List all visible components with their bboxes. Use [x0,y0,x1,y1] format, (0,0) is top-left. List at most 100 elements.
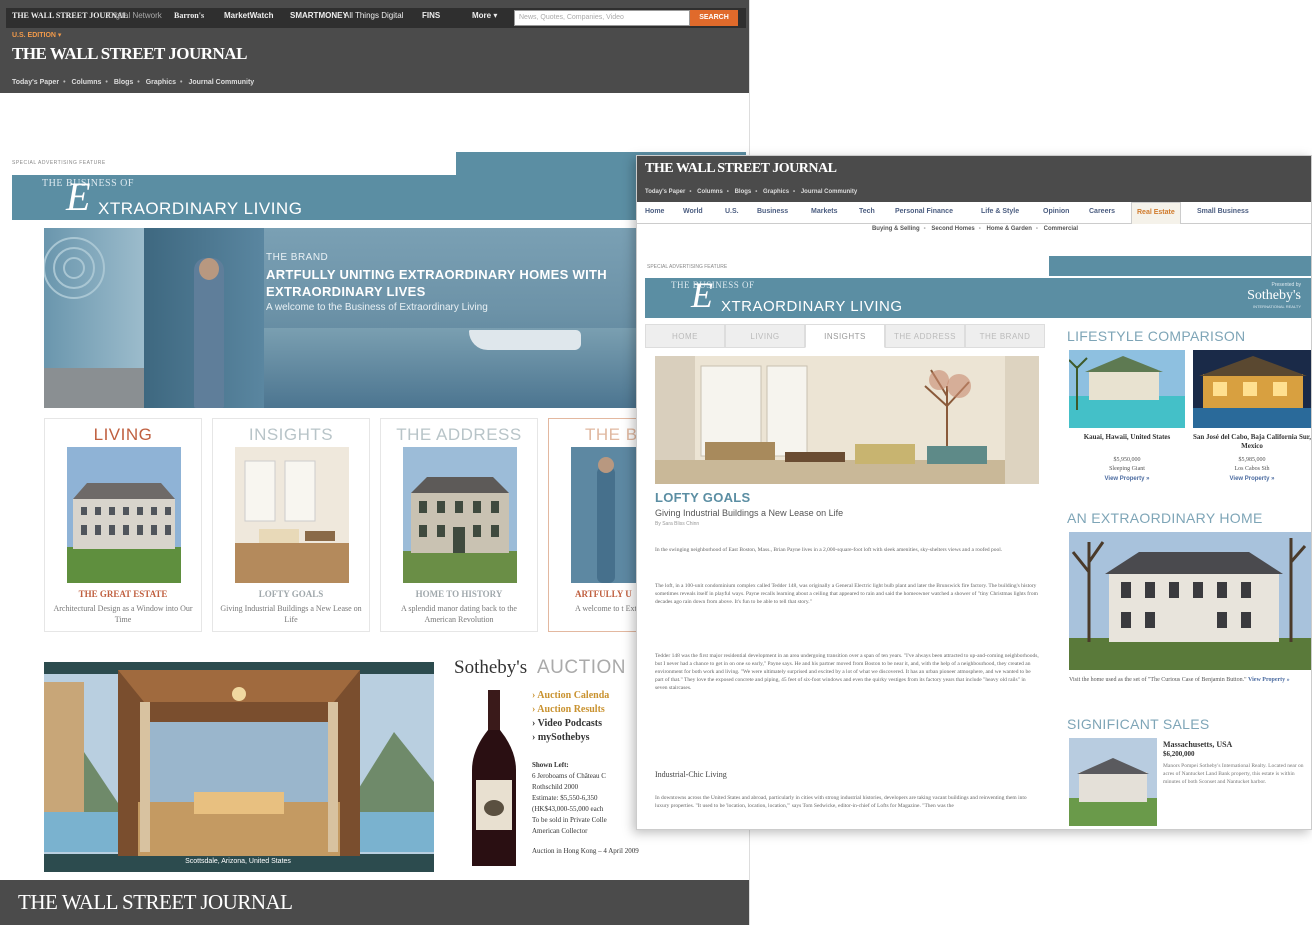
auction-line: American Collector [532,827,588,835]
banner-title: XTRAORDINARY LIVING [721,298,903,315]
wine-bottle-image [468,690,520,866]
chevron-down-icon: ▾ [57,32,62,39]
card-heading[interactable]: THE GREAT ESTATE [49,589,197,599]
sale-title: Massachusetts, USA [1163,740,1233,749]
property-photo-cabo[interactable] [1193,350,1311,428]
footer: THE WALL STREET JOURNAL [0,880,749,925]
nav-todays-paper[interactable]: Today's Paper [12,79,59,86]
auction-results-link[interactable]: › Auction Results [532,704,605,715]
view-property-link[interactable]: View Property » [1248,677,1290,683]
network-more-link[interactable]: More ▾ [472,11,497,20]
edition-selector[interactable]: U.S. EDITION ▾ [12,31,61,39]
nav-world[interactable]: World [683,208,703,215]
article-paragraph: In the swinging neighborhood of East Bos… [655,547,1003,553]
auction-photo-caption: Scottsdale, Arizona, United States [185,858,291,865]
article-subtitle: Giving Industrial Buildings a New Lease … [655,508,844,518]
view-property-link[interactable]: View Property » [1069,476,1185,482]
nav-real-estate[interactable]: Real Estate [1131,202,1181,224]
hero-headline: ARTFULLY UNITING EXTRAORDINARY HOMES WIT… [266,267,607,299]
sothebys-logo[interactable]: Sotheby's [454,657,527,679]
network-link-barrons[interactable]: Barron's [174,11,204,20]
nav-life-style[interactable]: Life & Style [981,208,1019,215]
subnav-home-garden[interactable]: Home & Garden [987,226,1032,232]
card-description: Architectural Design as a Window into Ou… [53,604,193,624]
video-podcasts-link[interactable]: › Video Podcasts [532,718,602,729]
auction-line: Rothschild 2000 [532,783,579,791]
property-price: $5,950,000 [1113,457,1141,463]
significant-sales-heading: SIGNIFICANT SALES [1067,716,1210,732]
nav-columns[interactable]: Columns [71,79,101,86]
article-title: LOFTY GOALS [655,490,751,505]
nav-careers[interactable]: Careers [1089,208,1115,215]
card-heading[interactable]: LOFTY GOALS [217,589,365,599]
network-link-marketwatch[interactable]: MarketWatch [224,11,274,20]
tab-the-address[interactable]: THE ADDRESS [885,324,965,348]
arrow-right-icon: › [532,732,536,743]
property-photo-kauai[interactable] [1069,350,1185,428]
article-paragraph: In downtowns across the United States an… [655,795,1027,809]
nav-small-business[interactable]: Small Business [1197,208,1249,215]
masthead-logo[interactable]: THE WALL STREET JOURNAL [645,161,837,177]
subnav-commercial[interactable]: Commercial [1044,226,1078,232]
sponsor-name: Sotheby's [1247,288,1301,303]
tab-home[interactable]: HOME [645,324,725,348]
card-title: LIVING [93,425,153,444]
network-link-fins[interactable]: FINS [422,11,440,20]
network-link-smartmoney[interactable]: SMARTMONEY [290,11,348,20]
nav-home[interactable]: Home [645,208,664,215]
card-the-address[interactable]: THE ADDRESS HOME TO HISTORY A splendid m… [380,418,538,632]
tab-insights[interactable]: INSIGHTS [805,324,885,348]
nav-journal-community[interactable]: Journal Community [801,189,857,195]
subnav-second-homes[interactable]: Second Homes [931,226,974,232]
footer-masthead[interactable]: THE WALL STREET JOURNAL [18,890,293,915]
nav-markets[interactable]: Markets [811,208,837,215]
search-button[interactable]: SEARCH [690,10,738,26]
card-heading[interactable]: HOME TO HISTORY [385,589,533,599]
hero-banner[interactable]: THE BRAND ARTFULLY UNITING EXTRAORDINARY… [44,228,636,408]
banner-title: XTRAORDINARY LIVING [98,199,303,218]
card-living[interactable]: LIVING THE GREAT ESTATE Architectural De… [44,418,202,632]
card-insights[interactable]: INSIGHTS LOFTY GOALS Giving Industrial B… [212,418,370,632]
auction-calendar-link[interactable]: › Auction Calenda [532,690,609,701]
subnav-buying-selling[interactable]: Buying & Selling [872,226,920,232]
nav-todays-paper[interactable]: Today's Paper [645,189,685,195]
sale-description: Manors Pompei Sotheby's International Re… [1163,763,1304,785]
view-property-link[interactable]: View Property » [1193,476,1311,482]
card-image-loft [235,447,349,583]
auction-line: Estimate: $5,550-6,350 [532,794,598,802]
nav-blogs[interactable]: Blogs [735,189,752,195]
auction-line: 6 Jeroboams of Château C [532,772,606,780]
article-byline: By Sara Bliss Chinn [655,521,700,527]
mysothebys-link[interactable]: › mySothebys [532,732,590,743]
tab-living[interactable]: LIVING [725,324,805,348]
nav-graphics[interactable]: Graphics [146,79,176,86]
search-input[interactable]: News, Quotes, Companies, Video [514,10,690,26]
nav-business[interactable]: Business [757,208,788,215]
banner-script-letter: E [691,275,713,315]
nav-tech[interactable]: Tech [859,208,875,215]
nav-columns[interactable]: Columns [697,189,723,195]
article-paragraph: The loft, in a 100-unit condominium comp… [655,583,1038,605]
sponsor-logo[interactable]: Presented by Sotheby's INTERNATIONAL REA… [1247,282,1301,309]
network-link-allthingsd[interactable]: All Things Digital [344,11,403,20]
masthead-logo[interactable]: THE WALL STREET JOURNAL [12,44,247,64]
nav-opinion[interactable]: Opinion [1043,208,1069,215]
auction-heading: AUCTION [537,657,626,678]
auction-line: (HK$43,000-55,000 each [532,805,604,813]
hero-subtitle: A welcome to the Business of Extraordina… [266,302,488,313]
nav-journal-community[interactable]: Journal Community [188,79,254,86]
card-title: THE ADDRESS [396,425,522,444]
auction-photo[interactable] [44,662,434,872]
tab-the-brand[interactable]: THE BRAND [965,324,1045,348]
sale-photo[interactable] [1069,738,1157,826]
article-paragraph: Tedder 148 was the first major residenti… [655,653,1039,691]
nav-graphics[interactable]: Graphics [763,189,789,195]
nav-personal-finance[interactable]: Personal Finance [895,208,953,215]
extraordinary-home-heading: AN EXTRAORDINARY HOME [1067,510,1263,526]
card-title: INSIGHTS [248,425,334,444]
nav-blogs[interactable]: Blogs [114,79,133,86]
property-title: San José del Cabo, Baja California Sur, … [1193,433,1311,450]
extraordinary-home-photo[interactable] [1069,532,1311,670]
article-subheading: Industrial-Chic Living [655,770,727,779]
nav-us[interactable]: U.S. [725,208,739,215]
